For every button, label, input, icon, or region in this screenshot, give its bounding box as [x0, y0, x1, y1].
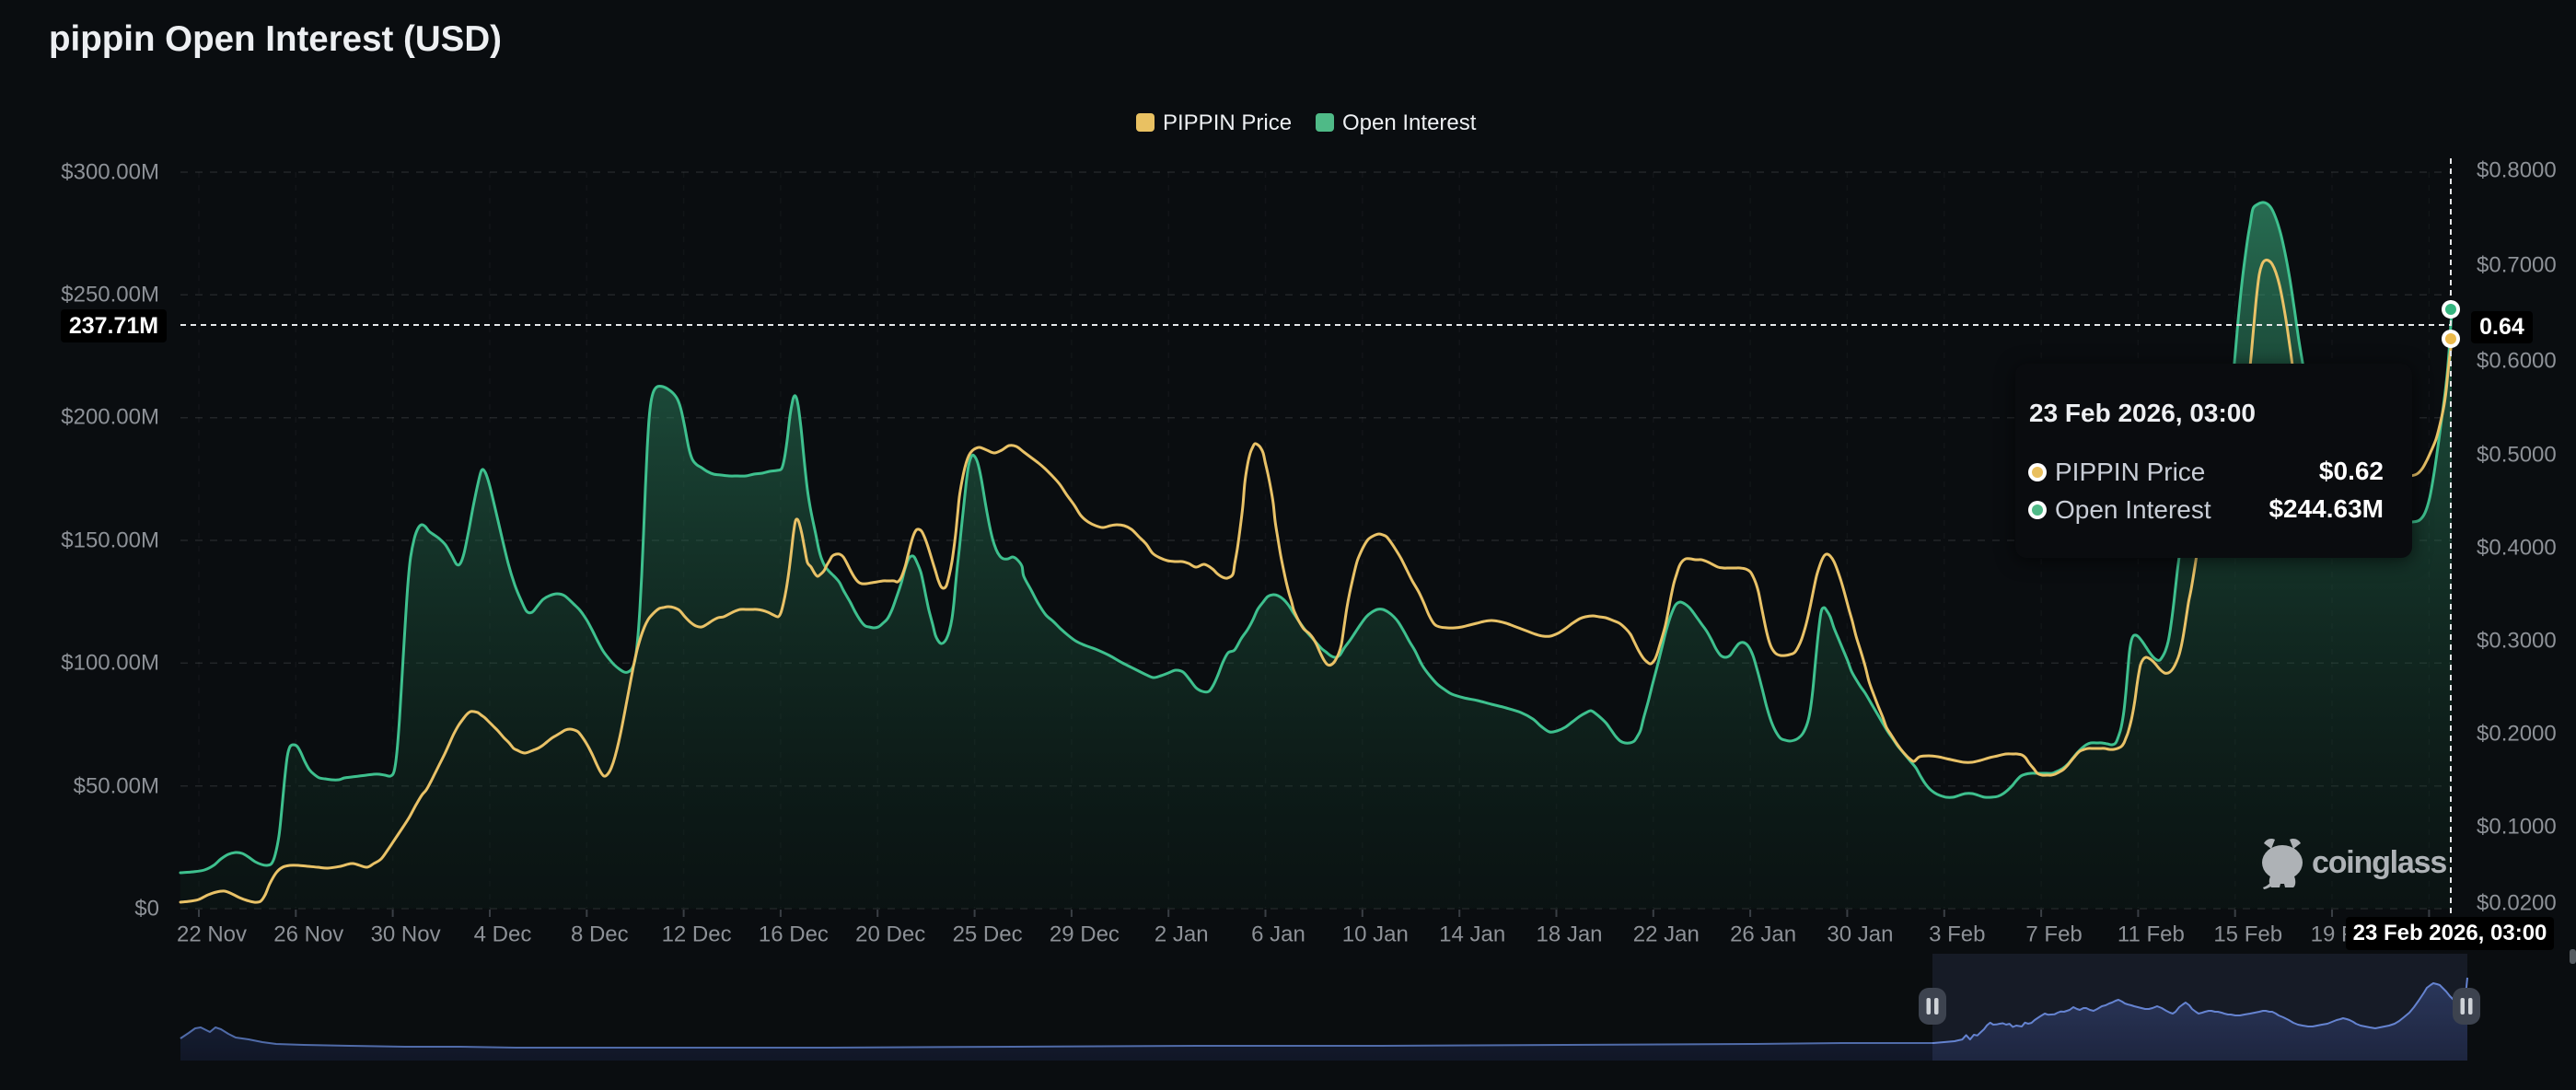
svg-text:$0.2000: $0.2000 — [2477, 722, 2557, 747]
svg-text:$250.00M: $250.00M — [61, 283, 159, 307]
svg-text:$50.00M: $50.00M — [74, 774, 159, 799]
svg-text:$0.1000: $0.1000 — [2477, 815, 2557, 840]
svg-text:$0.5000: $0.5000 — [2477, 443, 2557, 468]
svg-text:8 Dec: 8 Dec — [571, 922, 629, 947]
svg-text:26 Nov: 26 Nov — [273, 922, 343, 947]
svg-text:12 Dec: 12 Dec — [662, 922, 732, 947]
svg-text:$150.00M: $150.00M — [61, 528, 159, 553]
svg-text:$0.7000: $0.7000 — [2477, 253, 2557, 278]
svg-text:$0.4000: $0.4000 — [2477, 536, 2557, 561]
svg-text:30 Jan: 30 Jan — [1827, 922, 1893, 947]
svg-text:3 Feb: 3 Feb — [1929, 922, 1985, 947]
svg-text:$200.00M: $200.00M — [61, 405, 159, 430]
svg-text:$0: $0 — [134, 897, 159, 922]
svg-text:22 Jan: 22 Jan — [1633, 922, 1700, 947]
svg-text:11 Feb: 11 Feb — [2118, 922, 2185, 947]
svg-text:2 Jan: 2 Jan — [1155, 922, 1209, 947]
svg-text:15 Feb: 15 Feb — [2213, 922, 2282, 947]
svg-text:20 Dec: 20 Dec — [855, 922, 925, 947]
svg-text:7 Feb: 7 Feb — [2025, 922, 2082, 947]
svg-text:29 Dec: 29 Dec — [1050, 922, 1120, 947]
svg-text:16 Dec: 16 Dec — [759, 922, 829, 947]
svg-text:10 Jan: 10 Jan — [1342, 922, 1409, 947]
svg-text:$0.6000: $0.6000 — [2477, 349, 2557, 374]
svg-text:6 Jan: 6 Jan — [1251, 922, 1305, 947]
svg-text:14 Jan: 14 Jan — [1439, 922, 1505, 947]
svg-text:$0.3000: $0.3000 — [2477, 629, 2557, 654]
svg-text:18 Jan: 18 Jan — [1536, 922, 1602, 947]
svg-text:22 Nov: 22 Nov — [177, 922, 247, 947]
svg-text:$0.0200: $0.0200 — [2477, 891, 2557, 916]
svg-text:$0.8000: $0.8000 — [2477, 158, 2557, 183]
svg-text:$300.00M: $300.00M — [61, 160, 159, 185]
svg-text:coinglass: coinglass — [2312, 845, 2446, 880]
svg-text:26 Jan: 26 Jan — [1730, 922, 1796, 947]
svg-text:30 Nov: 30 Nov — [371, 922, 441, 947]
svg-text:25 Dec: 25 Dec — [953, 922, 1023, 947]
svg-text:$100.00M: $100.00M — [61, 651, 159, 676]
svg-text:4 Dec: 4 Dec — [474, 922, 532, 947]
